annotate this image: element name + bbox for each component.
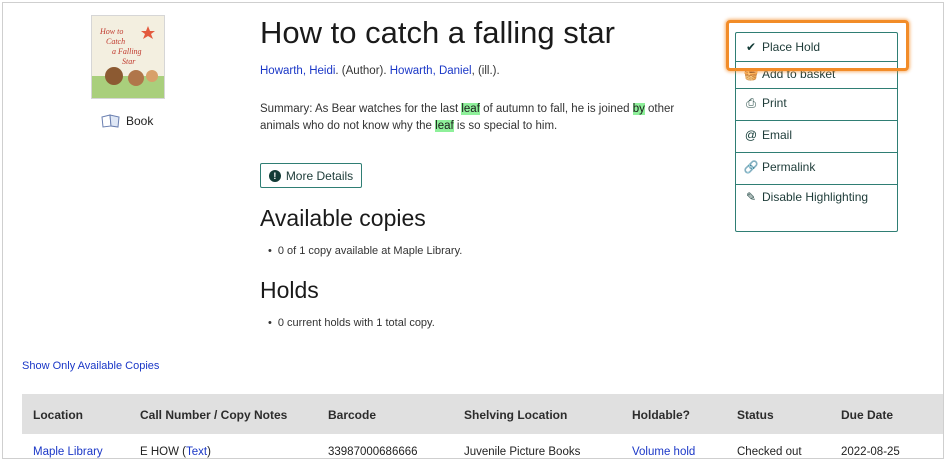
available-copies-heading: Available copies xyxy=(260,205,426,231)
status-cell: Checked out xyxy=(737,446,802,458)
search-term-highlight: leaf xyxy=(461,103,480,115)
col-header-shelving[interactable]: Shelving Location xyxy=(464,408,567,422)
call-number-cell: E HOW (Text) xyxy=(140,446,211,458)
more-details-label: More Details xyxy=(285,168,354,183)
summary-part: Summary: As Bear watches for the last xyxy=(260,103,462,115)
col-header-holdable[interactable]: Holdable? xyxy=(632,408,690,422)
col-header-due-date[interactable]: Due Date xyxy=(841,408,893,422)
volume-hold-link[interactable]: Volume hold xyxy=(632,446,695,458)
cover-title-text: How to xyxy=(99,27,123,36)
disable-highlighting-button[interactable]: ✎ Disable Highlighting xyxy=(736,185,897,231)
available-copies-item: 0 of 1 copy available at Maple Library. xyxy=(278,245,462,257)
print-label: Print xyxy=(762,96,787,110)
col-header-status[interactable]: Status xyxy=(737,408,774,422)
show-available-copies-link[interactable]: Show Only Available Copies xyxy=(22,360,159,372)
email-label: Email xyxy=(762,128,793,142)
author-link-illustrator[interactable]: Howarth, Daniel xyxy=(390,65,472,77)
summary-part: of autumn to fall, he is joined xyxy=(479,103,633,115)
link-icon: 🔗 xyxy=(743,160,759,174)
record-title: How to catch a falling star xyxy=(260,15,615,50)
due-date-cell: 2022-08-25 xyxy=(841,446,900,458)
svg-text:Star: Star xyxy=(122,57,136,66)
search-term-highlight: leaf xyxy=(435,120,454,132)
book-icon xyxy=(101,114,120,128)
print-button[interactable]: ⎙ Print xyxy=(736,89,897,121)
cover-image[interactable]: How to Catch a Falling Star xyxy=(91,15,165,99)
copies-table-header: Location Call Number / Copy Notes Barcod… xyxy=(22,394,943,434)
barcode-cell: 33987000686666 xyxy=(328,446,418,458)
email-icon: @ xyxy=(744,128,758,142)
author-role-illustrator: , (ill.). xyxy=(471,65,500,77)
summary-text: Summary: As Bear watches for the last le… xyxy=(260,101,710,135)
format-text: Book xyxy=(126,114,154,128)
permalink-button[interactable]: 🔗 Permalink xyxy=(736,153,897,185)
permalink-label: Permalink xyxy=(762,160,816,174)
svg-text:a Falling: a Falling xyxy=(112,47,142,56)
record-page: How to Catch a Falling Star Book How to … xyxy=(2,2,944,459)
shelving-cell: Juvenile Picture Books xyxy=(464,446,581,458)
more-details-button[interactable]: ! More Details xyxy=(260,163,362,188)
marker-icon: ✎ xyxy=(745,190,757,204)
available-copies-list: 0 of 1 copy available at Maple Library. xyxy=(278,245,462,257)
col-header-location[interactable]: Location xyxy=(33,408,83,422)
author-role-primary: . (Author). xyxy=(335,65,390,77)
summary-part: is so special to him. xyxy=(453,120,558,132)
disable-highlighting-label: Disable Highlighting xyxy=(762,190,869,204)
format-label: Book xyxy=(101,114,153,128)
col-header-call-number[interactable]: Call Number / Copy Notes xyxy=(140,408,287,422)
info-icon: ! xyxy=(268,169,281,182)
call-note-link[interactable]: Text xyxy=(186,446,207,458)
col-header-barcode[interactable]: Barcode xyxy=(328,408,376,422)
table-row: Maple Library E HOW (Text) 3398700068666… xyxy=(22,434,943,458)
search-term-highlight: by xyxy=(632,103,645,115)
printer-icon: ⎙ xyxy=(746,96,756,110)
focus-outline xyxy=(726,20,909,71)
holds-item: 0 current holds with 1 total copy. xyxy=(278,317,435,329)
call-number-text: E HOW xyxy=(140,446,179,458)
svg-text:Catch: Catch xyxy=(106,37,125,46)
authors-line: Howarth, Heidi. (Author). Howarth, Danie… xyxy=(260,65,500,77)
holds-heading: Holds xyxy=(260,277,319,303)
location-link[interactable]: Maple Library xyxy=(33,446,103,458)
cover-art: How to Catch a Falling Star xyxy=(92,16,164,98)
author-link-primary[interactable]: Howarth, Heidi xyxy=(260,65,335,77)
holds-list: 0 current holds with 1 total copy. xyxy=(278,317,435,329)
email-button[interactable]: @ Email xyxy=(736,121,897,153)
